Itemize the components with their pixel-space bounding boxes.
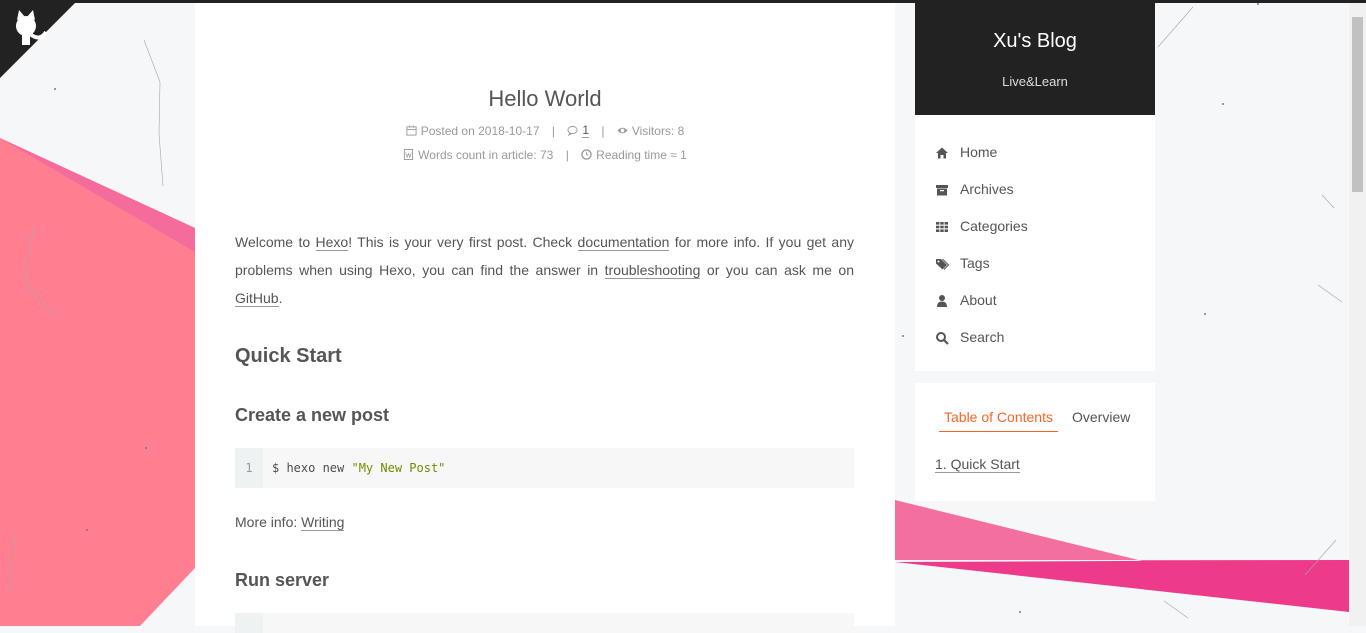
menu-item-about[interactable]: About <box>935 282 997 319</box>
menu-item-archives[interactable]: Archives <box>935 171 1014 208</box>
post-stats: Words count in article: 73 | Reading tim… <box>195 147 895 162</box>
intro-paragraph: Welcome to Hexo! This is your very first… <box>235 234 855 307</box>
code-line[interactable]: $ hexo new "My New Post" <box>272 448 445 488</box>
top-bar <box>0 0 1366 3</box>
github-link[interactable]: GitHub <box>235 290 279 307</box>
toc-item-quick-start[interactable]: 1. Quick Start <box>935 456 1020 473</box>
user-icon <box>937 295 947 308</box>
post-meta: Posted on 2018-10-17 | 1 | Visitors: 8 <box>195 123 895 138</box>
tab-table-of-contents[interactable]: Table of Contents <box>939 409 1058 432</box>
troubleshooting-link[interactable]: troubleshooting <box>604 262 701 279</box>
reading-time: Reading time ≈ 1 <box>596 147 687 162</box>
site-brand: Xu's Blog Live&Learn <box>915 3 1155 115</box>
site-subtitle: Live&Learn <box>1002 74 1068 89</box>
code-block-2 <box>235 613 854 633</box>
visitor-count: Visitors: 8 <box>631 123 685 138</box>
sidebar-toc: Table of Contents Overview 1. Quick Star… <box>915 383 1155 501</box>
post-container: Hello World Posted on 2018-10-17 | 1 | V… <box>195 3 895 633</box>
comment-icon <box>567 126 578 137</box>
file-word-icon <box>404 149 414 161</box>
grid-icon <box>936 222 948 233</box>
hexo-link[interactable]: Hexo <box>315 234 349 251</box>
search-icon <box>936 332 949 346</box>
github-corner-icon[interactable] <box>0 0 78 78</box>
posted-label: Posted on <box>420 123 475 138</box>
tags-icon <box>936 258 949 271</box>
home-icon <box>936 147 948 159</box>
eye-icon <box>617 128 628 134</box>
site-menu: Home Archives Categories Tags About Sear… <box>915 115 1155 371</box>
comment-count-link[interactable]: 1 <box>582 123 589 138</box>
code-block: 1 $ hexo new "My New Post" <box>235 448 854 488</box>
menu-item-home[interactable]: Home <box>935 134 997 171</box>
post-title[interactable]: Hello World <box>195 86 895 112</box>
heading-create-post: Create a new post <box>235 405 390 425</box>
menu-item-search[interactable]: Search <box>935 319 1004 356</box>
menu-item-tags[interactable]: Tags <box>935 245 990 282</box>
page-scrollbar[interactable] <box>1349 3 1366 626</box>
calendar-icon <box>406 125 417 136</box>
heading-run-server: Run server <box>235 570 330 590</box>
site-title[interactable]: Xu's Blog <box>915 30 1155 53</box>
writing-link[interactable]: Writing <box>301 514 345 531</box>
menu-item-categories[interactable]: Categories <box>935 208 1028 245</box>
documentation-link[interactable]: documentation <box>577 234 670 251</box>
heading-quick-start: Quick Start <box>235 345 342 367</box>
more-info-paragraph: More info: Writing <box>235 514 345 531</box>
words-count: Words count in article: 73 <box>418 147 554 162</box>
archive-icon <box>936 185 948 196</box>
line-number: 1 <box>235 448 263 488</box>
posted-date: 2018-10-17 <box>478 123 540 138</box>
clock-icon <box>581 149 592 161</box>
tab-overview[interactable]: Overview <box>1072 409 1130 425</box>
scrollbar-thumb[interactable] <box>1352 17 1363 192</box>
